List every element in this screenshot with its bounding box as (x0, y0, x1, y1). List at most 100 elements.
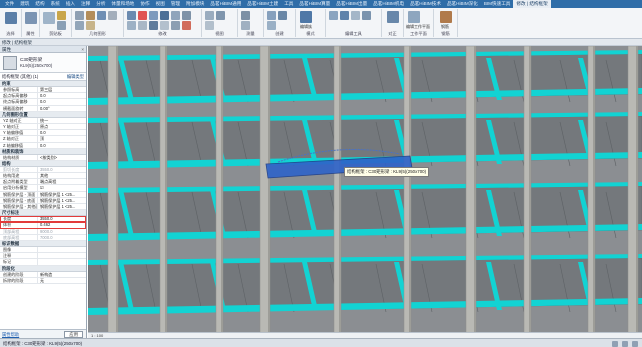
dimension-icon[interactable] (241, 21, 250, 30)
ribbon-tab[interactable]: 注释 (78, 0, 93, 8)
rebar-icon[interactable] (440, 11, 452, 23)
create-parts-icon[interactable] (278, 11, 287, 20)
ribbon-tab[interactable]: 系统 (48, 0, 63, 8)
copy-icon[interactable] (57, 21, 66, 30)
instance-filter[interactable]: 结构框架 (其他) (1) 编辑类型 (0, 73, 86, 81)
ribbon-tab[interactable]: 修改 | 结构框架 (513, 0, 551, 8)
property-value[interactable]: 9000.0 (38, 229, 86, 234)
worksets-icon[interactable] (612, 340, 618, 347)
ribbon-tab[interactable]: 结构 (32, 0, 47, 8)
properties-help-link[interactable]: 属性帮助 (2, 332, 19, 337)
paint-icon[interactable] (86, 21, 95, 30)
property-value[interactable]: 原点 (38, 124, 86, 129)
pin-icon[interactable] (171, 21, 180, 30)
ribbon-tab[interactable]: 品茗HiBIM土建 (244, 0, 281, 8)
ribbon-tab[interactable]: 管理 (168, 0, 183, 8)
property-value[interactable]: 顶 (38, 136, 86, 141)
ribbon-tab[interactable]: 体量和场地 (108, 0, 137, 8)
ribbon-tab[interactable]: 品茗HiBIM通用 (207, 0, 244, 8)
building-3d-model[interactable] (88, 46, 642, 338)
ribbon-tab[interactable]: 品茗HiBIM出量 (333, 0, 370, 8)
property-value[interactable]: 0.00° (38, 106, 86, 111)
ribbon-tab[interactable]: 协作 (137, 0, 152, 8)
wall-joins-icon[interactable] (108, 11, 117, 20)
override-icon[interactable] (216, 11, 225, 20)
property-value[interactable]: 7000.0 (38, 235, 86, 240)
edit-tool-4-icon[interactable] (362, 11, 371, 20)
design-options-icon[interactable] (622, 340, 628, 347)
copy-element-icon[interactable] (171, 11, 180, 20)
paste-icon[interactable] (43, 12, 55, 24)
apply-button[interactable]: 应用 (64, 331, 83, 338)
ribbon-tab[interactable]: 品茗HiBIM算量 (296, 0, 333, 8)
ribbon-tab[interactable]: 品茗HiBIM技术 (407, 0, 444, 8)
scale-icon[interactable] (160, 21, 169, 30)
property-value[interactable] (38, 247, 86, 252)
filter-icon[interactable] (632, 340, 638, 347)
split-face-icon[interactable] (75, 21, 84, 30)
property-value[interactable] (38, 253, 86, 258)
edit-tool-1-icon[interactable] (329, 11, 338, 20)
edit-family-icon[interactable] (300, 11, 312, 23)
3d-viewport[interactable]: 结构框架 : C30矩形梁 : KL9(5)(250x700) (88, 46, 642, 338)
property-value[interactable]: 端点高程 (38, 179, 86, 184)
property-value[interactable]: ☑ (38, 185, 86, 190)
property-value[interactable]: 统一 (38, 118, 86, 123)
ribbon-tab[interactable]: 品茗HiBIM深化 (444, 0, 481, 8)
property-value[interactable]: 无 (38, 278, 86, 283)
property-value[interactable] (38, 259, 86, 264)
cut-geometry-icon[interactable] (86, 11, 95, 20)
modify-arrow-icon[interactable] (5, 12, 17, 24)
edit-type-button[interactable]: 编辑类型 (67, 73, 84, 81)
property-value[interactable]: 钢筋保护层 1 <25... (38, 198, 86, 203)
property-value[interactable]: 钢筋保护层 1 <25... (38, 204, 86, 209)
property-value[interactable]: 0.0 (38, 143, 86, 148)
ribbon-tab[interactable]: 建筑 (17, 0, 32, 8)
properties-icon[interactable] (25, 12, 37, 24)
property-value[interactable]: 其他 (38, 173, 86, 178)
trim-icon[interactable] (127, 21, 136, 30)
property-value[interactable]: 0.0 (38, 99, 86, 104)
edit-tool-3-icon[interactable] (351, 11, 360, 20)
offset-icon[interactable] (138, 11, 147, 20)
measure-icon[interactable] (241, 11, 250, 20)
ribbon-tab[interactable]: 插入 (63, 0, 78, 8)
ribbon-tab[interactable]: 工具 (281, 0, 296, 8)
property-value[interactable]: <按类别> (38, 155, 86, 160)
ribbon-tab[interactable]: 品茗HiBIM机电 (370, 0, 407, 8)
join-icon[interactable] (97, 11, 106, 20)
move-icon[interactable] (160, 11, 169, 20)
delete-icon[interactable] (182, 21, 191, 30)
property-value[interactable]: 3550.0 (38, 167, 86, 172)
array-icon[interactable] (149, 21, 158, 30)
edit-tool-2-icon[interactable] (340, 11, 349, 20)
property-value[interactable]: 钢筋保护层 1 <25... (38, 192, 86, 197)
ribbon-tab[interactable]: BIM快速工具 (481, 0, 514, 8)
create-group-icon[interactable] (267, 21, 276, 30)
close-icon[interactable]: × (81, 46, 84, 53)
hide-icon[interactable] (205, 11, 214, 20)
property-value[interactable]: 新构造 (38, 272, 86, 277)
edit-family-button[interactable]: 编辑族 (300, 24, 312, 30)
ribbon-tab[interactable]: 分析 (93, 0, 108, 8)
type-selector[interactable]: C30矩形梁 KL9(5)(250x700) (0, 53, 86, 73)
ribbon-tab[interactable]: 附加模块 (183, 0, 207, 8)
cut-icon[interactable] (57, 11, 66, 20)
linework-icon[interactable] (205, 21, 214, 30)
rebar-button[interactable]: 钢筋 (441, 24, 449, 30)
edit-work-plane-button[interactable]: 编辑工作平面 (406, 24, 430, 30)
justify-icon[interactable] (387, 11, 399, 23)
ribbon-tab[interactable]: 文件 (2, 0, 17, 8)
ribbon-tab[interactable]: 视图 (153, 0, 168, 8)
property-value[interactable]: 0.462 (38, 222, 86, 227)
property-value[interactable]: 第三层 (38, 87, 86, 92)
property-value[interactable]: 0.0 (38, 130, 86, 135)
cope-icon[interactable] (75, 11, 84, 20)
rotate-icon[interactable] (182, 11, 191, 20)
split-icon[interactable] (138, 21, 147, 30)
property-value[interactable]: 3550.0 (38, 216, 86, 221)
create-assembly-icon[interactable] (267, 11, 276, 20)
align-icon[interactable] (127, 11, 136, 20)
property-value[interactable]: 0.0 (38, 93, 86, 98)
edit-work-plane-icon[interactable] (408, 11, 420, 23)
